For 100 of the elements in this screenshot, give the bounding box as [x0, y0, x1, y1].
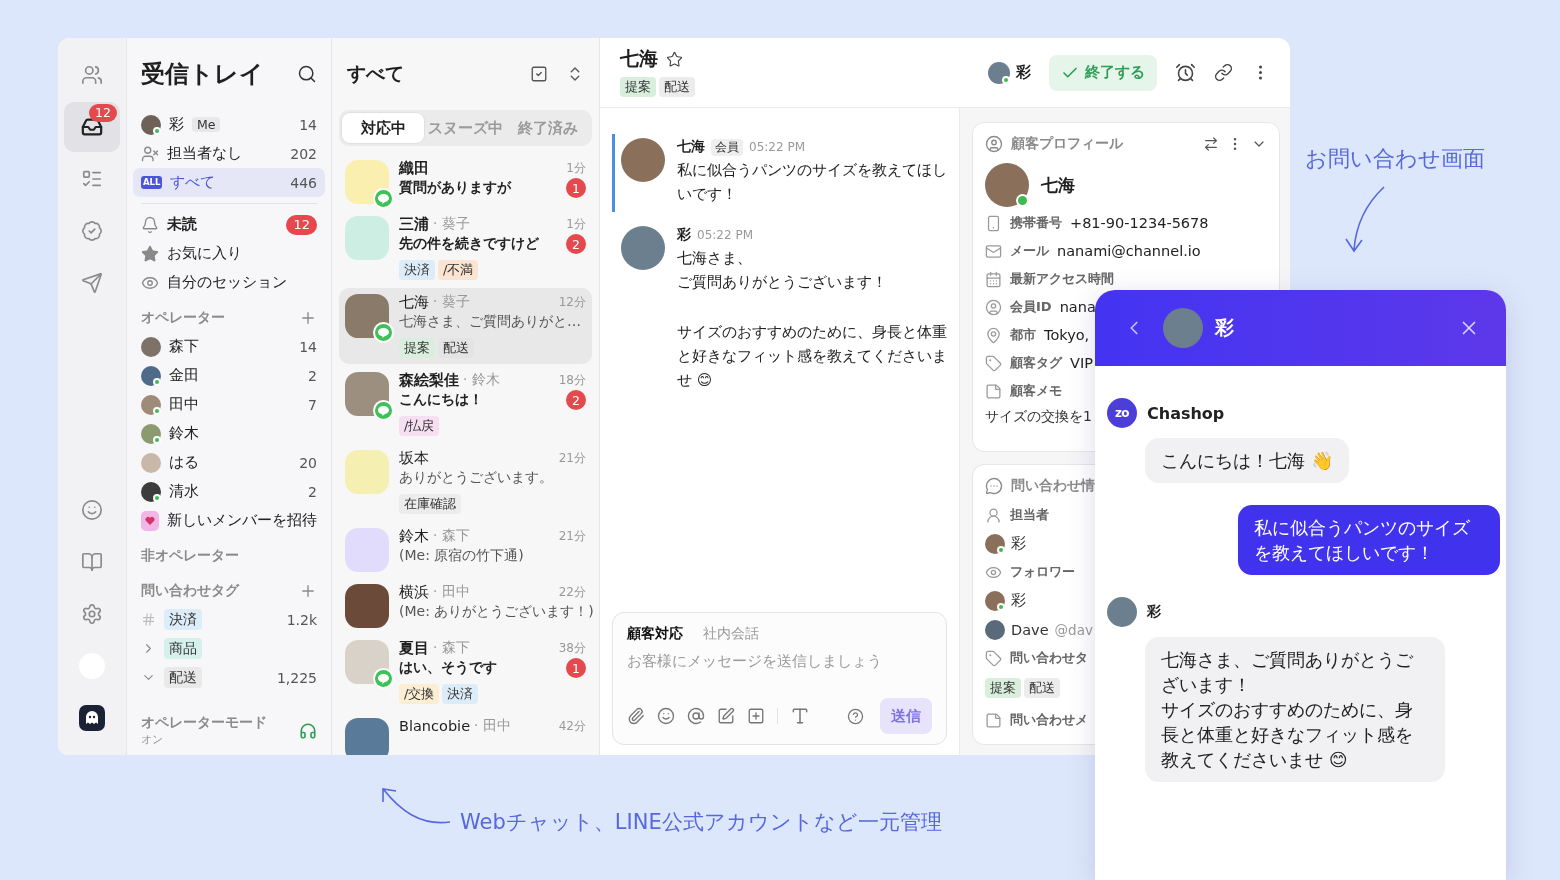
conversation-item[interactable]: 横浜 · 田中 22分 (Me: ありがとうございます！): [339, 578, 592, 632]
section-title: 非オペレーター: [141, 546, 239, 565]
alarm-clock-icon[interactable]: [1175, 62, 1196, 83]
tag: 決済: [399, 260, 435, 280]
count: 1,225: [276, 669, 317, 686]
tag-item[interactable]: 配送 1,225: [133, 663, 325, 692]
person-name: 彩: [1011, 591, 1026, 610]
conversation-item[interactable]: Blancobie · 田中 42分: [339, 712, 592, 755]
operator-item[interactable]: はる 20: [133, 448, 325, 477]
author-name: 七海: [677, 138, 705, 156]
link-icon[interactable]: [1214, 63, 1233, 82]
help-icon[interactable]: [847, 707, 864, 725]
conversation-item[interactable]: 織田 1分 質問がありますが 1: [339, 154, 592, 208]
timestamp: 05:22 PM: [697, 228, 753, 242]
person-handle: @dav: [1054, 621, 1093, 638]
inbox-item[interactable]: 彩 Me 14: [133, 110, 325, 139]
field-label: 顧客タグ: [1010, 354, 1062, 372]
star-icon[interactable]: [666, 50, 683, 68]
card-title: 問い合わせ情: [1011, 477, 1095, 495]
timestamp: 38分: [558, 639, 586, 657]
at-sign-icon[interactable]: [687, 707, 705, 725]
timestamp: 05:22 PM: [749, 140, 805, 154]
count: 14: [299, 338, 317, 355]
people-icon: [81, 64, 103, 86]
operator-item[interactable]: 田中 7: [133, 390, 325, 419]
note-icon: [985, 382, 1002, 400]
filter-item[interactable]: 自分のセッション: [133, 268, 325, 297]
rail-item[interactable]: 12: [64, 102, 120, 152]
checkbox-icon[interactable]: [530, 65, 548, 83]
message-text: サイズのおすすめのために、身長と体重と好きなフィット感を教えてくださいませ 😊: [677, 322, 947, 391]
status-tab[interactable]: 対応中: [342, 113, 425, 143]
inbox-item[interactable]: 担当者なし 202: [133, 139, 325, 168]
user-circle-icon: [985, 298, 1002, 316]
inbox-item[interactable]: ALL すべて 446: [133, 168, 325, 197]
avatar: [621, 138, 665, 182]
bell-icon: [141, 215, 159, 234]
headphones-icon[interactable]: [299, 721, 317, 740]
customer-name: 鈴木: [399, 526, 429, 546]
filter-item[interactable]: 未読 12: [133, 210, 325, 239]
memo-text: サイズの交換を1: [985, 407, 1092, 426]
swap-icon[interactable]: [1203, 136, 1219, 152]
tag-item[interactable]: 決済 1.2k: [133, 605, 325, 634]
assignee-name: 彩: [1016, 63, 1031, 82]
operator-item[interactable]: 森下 14: [133, 332, 325, 361]
unread-badge: 2: [566, 234, 586, 254]
message-input[interactable]: お客様にメッセージを送信しましょう: [627, 653, 932, 669]
settings-icon[interactable]: [81, 603, 103, 625]
inbox-title: 受信トレイ: [141, 59, 264, 90]
tag: /払戻: [399, 416, 440, 436]
tag: 決済: [164, 609, 202, 630]
field-label: 都市: [1010, 326, 1036, 344]
conversation-item[interactable]: 森絵梨佳 · 鈴木 18分 こんにちは！ 2 /払戻: [339, 366, 592, 442]
count: 446: [290, 174, 317, 191]
tag: 在庫確認: [399, 494, 461, 514]
mode-value: オン: [141, 732, 164, 747]
tag-item[interactable]: 商品: [133, 634, 325, 663]
app-logo-icon[interactable]: [79, 705, 105, 731]
conversation-item[interactable]: 坂本 21分 ありがとうございます。 在庫確認: [339, 444, 592, 520]
tag: 配送: [659, 77, 695, 97]
conversation-item[interactable]: 三浦 · 葵子 1分 先の件を続きですけど 2 決済 /不満: [339, 210, 592, 286]
member-tag: 会員: [711, 138, 743, 156]
customer-name: 横浜: [399, 582, 429, 602]
operator-item[interactable]: 鈴木: [133, 419, 325, 448]
avatar: [345, 584, 389, 628]
conversation-item[interactable]: 鈴木 · 森下 21分 (Me: 原宿の竹下通): [339, 522, 592, 576]
user-x-icon: [141, 144, 159, 163]
field-label: 顧客メモ: [1010, 382, 1062, 400]
notification-badge: 12: [89, 104, 117, 122]
operator-item[interactable]: 金田 2: [133, 361, 325, 390]
person-icon: [985, 506, 1002, 524]
field-label: フォロワー: [1010, 563, 1075, 581]
composer-tab[interactable]: 顧客対応: [627, 625, 683, 643]
count: 7: [308, 396, 317, 413]
timestamp: 22分: [558, 583, 586, 601]
avatar: [345, 640, 389, 684]
author-name: 彩: [677, 226, 691, 244]
smile-icon[interactable]: [81, 499, 103, 521]
message-text: 七海さま、: [677, 248, 753, 269]
invite-member-item[interactable]: 新しいメンバーを招待: [133, 506, 325, 535]
tag: 提案: [620, 77, 656, 97]
tag-icon: [985, 649, 1002, 667]
conversation-item[interactable]: 七海 · 葵子 12分 七海さま、ご質問ありがと… 提案 配送: [339, 288, 592, 364]
book-icon[interactable]: [81, 551, 103, 573]
avatar: [345, 294, 389, 338]
pen-square-icon[interactable]: [717, 707, 735, 725]
phone-icon: [985, 214, 1002, 232]
message-text: ご質問ありがとうございます！: [677, 272, 888, 293]
filter-item[interactable]: お気に入り: [133, 239, 325, 268]
search-icon[interactable]: [297, 64, 317, 84]
avatar: [345, 450, 389, 494]
paperclip-icon[interactable]: [627, 707, 645, 725]
smile-icon[interactable]: [657, 707, 675, 725]
conversation-item[interactable]: 夏目 · 森下 38分 はい、そうです 1 /交換 決済: [339, 634, 592, 710]
tag: 配送: [1024, 678, 1060, 698]
operator-item[interactable]: 清水 2: [133, 477, 325, 506]
plus-square-icon[interactable]: [747, 707, 765, 725]
field-label: 携帯番号: [1010, 214, 1062, 232]
text-format-icon[interactable]: [790, 706, 810, 726]
me-tag: Me: [192, 117, 221, 132]
badge-check-icon: [81, 220, 103, 242]
